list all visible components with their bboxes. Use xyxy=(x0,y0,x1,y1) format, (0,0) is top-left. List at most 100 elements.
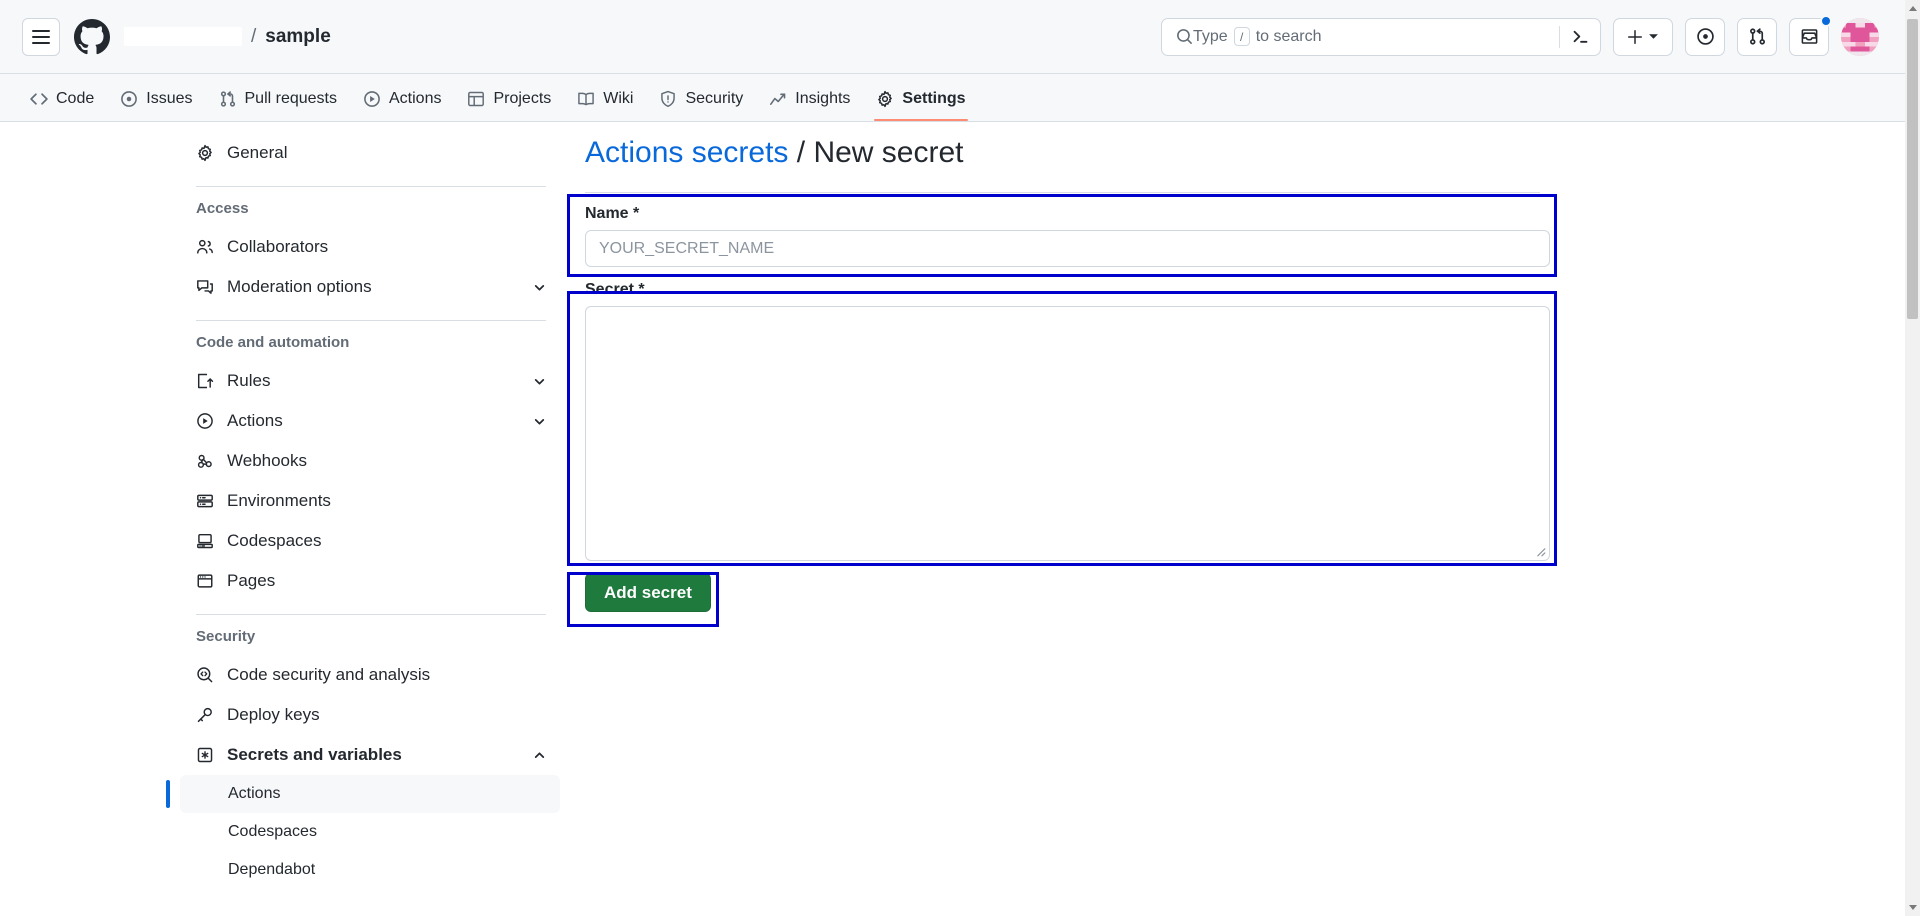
book-icon xyxy=(577,90,595,108)
page-scrollbar[interactable] xyxy=(1905,0,1920,916)
tab-pull-requests-label: Pull requests xyxy=(244,90,338,107)
search-shortcut-key: / xyxy=(1233,27,1250,46)
tab-issues[interactable]: Issues xyxy=(110,77,202,121)
people-icon xyxy=(196,238,214,256)
repository-name[interactable]: sample xyxy=(265,26,330,48)
tab-pull-requests[interactable]: Pull requests xyxy=(209,77,348,121)
rules-icon xyxy=(196,372,214,390)
search-input[interactable]: Type / to search xyxy=(1161,17,1601,56)
sidebar-item-moderation-options-label: Moderation options xyxy=(227,277,372,296)
sidebar-divider xyxy=(196,186,546,187)
settings-sidebar: General Access Collaborators Moderation … xyxy=(166,123,560,889)
breadcrumb-actions-secrets-link[interactable]: Actions secrets xyxy=(585,136,788,169)
sidebar-item-moderation-options[interactable]: Moderation options xyxy=(180,267,560,307)
tab-code[interactable]: Code xyxy=(20,77,104,121)
sidebar-item-webhooks-label: Webhooks xyxy=(227,451,308,470)
tab-projects[interactable]: Projects xyxy=(457,77,561,121)
sidebar-item-rules-label: Rules xyxy=(227,371,271,390)
tab-security[interactable]: Security xyxy=(649,77,753,121)
chevron-down-icon xyxy=(1649,34,1658,39)
search-placeholder-suffix: to search xyxy=(1255,27,1322,45)
hamburger-menu-icon[interactable] xyxy=(22,17,60,56)
global-header: / sample Type / to search xyxy=(0,0,1905,74)
chevron-up-icon[interactable] xyxy=(533,749,546,762)
chevron-down-icon[interactable] xyxy=(533,415,546,428)
sidebar-item-environments[interactable]: Environments xyxy=(180,481,560,521)
sidebar-item-code-security-and-analysis[interactable]: Code security and analysis xyxy=(180,655,560,695)
codescan-icon xyxy=(196,666,214,684)
key-asterisk-icon xyxy=(196,746,214,764)
sidebar-item-general[interactable]: General xyxy=(180,133,560,173)
secret-value-field-wrapper xyxy=(585,306,1550,561)
sidebar-group-code-automation-title: Code and automation xyxy=(196,334,350,351)
tab-actions[interactable]: Actions xyxy=(353,77,451,121)
sidebar-subitem-codespaces-label: Codespaces xyxy=(228,823,317,840)
table-icon xyxy=(467,90,485,108)
key-icon xyxy=(196,706,214,724)
webhook-icon xyxy=(196,452,214,470)
tab-insights-label: Insights xyxy=(795,90,851,107)
git-pull-request-icon xyxy=(1749,28,1765,45)
page-body: General Access Collaborators Moderation … xyxy=(0,123,1905,916)
tab-wiki[interactable]: Wiki xyxy=(567,77,643,121)
sidebar-item-deploy-keys-label: Deploy keys xyxy=(227,705,320,724)
plus-icon xyxy=(1628,29,1642,44)
repository-owner-redacted[interactable] xyxy=(124,27,242,46)
pull-requests-button[interactable] xyxy=(1737,17,1777,56)
sidebar-item-codespaces-label: Codespaces xyxy=(227,531,322,550)
tab-insights[interactable]: Insights xyxy=(759,77,860,121)
terminal-icon[interactable] xyxy=(1560,27,1590,46)
sidebar-item-environments-label: Environments xyxy=(227,491,331,510)
search-icon xyxy=(1177,29,1192,44)
main-content: Actions secrets / New secret Name * Secr… xyxy=(567,123,1595,627)
tab-settings-label: Settings xyxy=(902,90,966,107)
tab-code-label: Code xyxy=(56,90,95,107)
breadcrumb: / sample xyxy=(124,26,331,48)
secret-value-textarea[interactable] xyxy=(586,307,1549,560)
gear-icon xyxy=(196,144,214,162)
scroll-up-arrow-icon[interactable] xyxy=(1905,0,1920,17)
notifications-button[interactable] xyxy=(1789,14,1832,56)
sidebar-subitem-dependabot[interactable]: Dependabot xyxy=(180,851,560,889)
scrollbar-thumb[interactable] xyxy=(1907,19,1918,319)
issue-opened-icon xyxy=(1696,28,1714,45)
sidebar-item-rules[interactable]: Rules xyxy=(180,361,560,401)
sidebar-item-codespaces[interactable]: Codespaces xyxy=(180,521,560,561)
header-right-group: Type / to search xyxy=(1161,14,1905,56)
scroll-down-arrow-icon[interactable] xyxy=(1905,899,1920,916)
name-field-label: Name * xyxy=(585,205,640,222)
sidebar-item-actions[interactable]: Actions xyxy=(180,401,560,441)
sidebar-item-webhooks[interactable]: Webhooks xyxy=(180,441,560,481)
sidebar-group-access-title: Access xyxy=(196,200,249,217)
tab-settings[interactable]: Settings xyxy=(866,77,975,121)
sidebar-subitem-dependabot-label: Dependabot xyxy=(228,861,316,878)
create-new-button[interactable] xyxy=(1613,17,1673,56)
chevron-down-icon[interactable] xyxy=(533,281,546,294)
chevron-down-icon[interactable] xyxy=(533,375,546,388)
repository-nav-tabs: Code Issues Pull requests Actions Projec… xyxy=(0,74,1905,122)
comment-discussion-icon xyxy=(196,278,214,296)
tab-security-label: Security xyxy=(685,90,744,107)
sidebar-subitem-codespaces[interactable]: Codespaces xyxy=(180,813,560,851)
sidebar-item-deploy-keys[interactable]: Deploy keys xyxy=(180,695,560,735)
page-title-current: New secret xyxy=(813,136,964,169)
sidebar-item-collaborators[interactable]: Collaborators xyxy=(180,227,560,267)
issues-button[interactable] xyxy=(1685,17,1725,56)
secret-name-input[interactable] xyxy=(585,230,1550,267)
sidebar-divider xyxy=(196,614,546,615)
issue-opened-icon xyxy=(120,90,138,108)
sidebar-subitem-actions[interactable]: Actions xyxy=(166,775,560,813)
sidebar-item-secrets-and-variables[interactable]: Secrets and variables xyxy=(180,735,560,775)
sidebar-group-security-title: Security xyxy=(196,628,256,645)
tab-projects-label: Projects xyxy=(493,90,552,107)
server-icon xyxy=(196,492,214,510)
github-repository-settings-page: / sample Type / to search Code Issues Pu… xyxy=(0,0,1920,916)
sidebar-item-actions-label: Actions xyxy=(227,411,283,430)
add-secret-button[interactable]: Add secret xyxy=(585,573,711,612)
avatar[interactable] xyxy=(1841,17,1879,56)
github-logo-icon[interactable] xyxy=(74,18,110,55)
gear-icon xyxy=(876,90,894,108)
sidebar-item-pages[interactable]: Pages xyxy=(180,561,560,601)
shield-icon xyxy=(659,90,677,108)
graph-icon xyxy=(769,90,787,108)
